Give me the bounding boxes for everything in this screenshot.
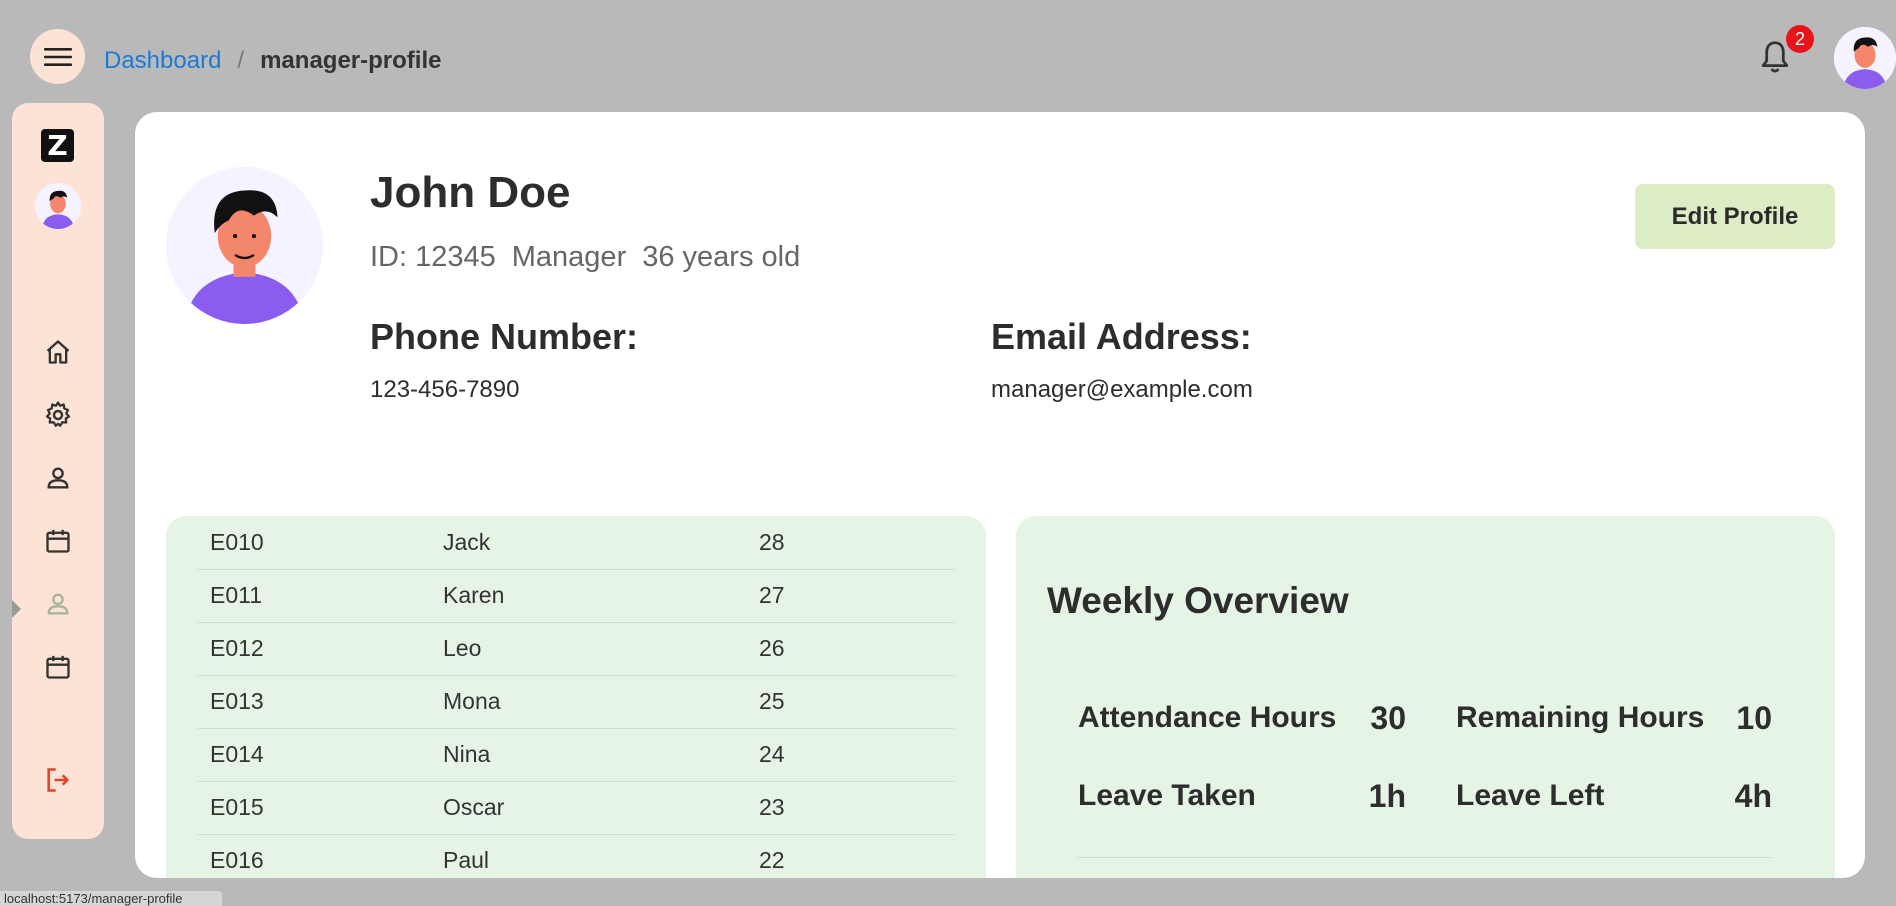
menu-button[interactable] <box>30 29 85 84</box>
avatar-illustration <box>166 167 323 324</box>
calendar-icon <box>46 655 70 679</box>
table-row[interactable]: E014 Nina 24 <box>198 728 954 782</box>
app-logo[interactable]: Z <box>41 129 74 162</box>
sidebar: Z <box>12 103 104 839</box>
email-label: Email Address: <box>991 316 1252 357</box>
notification-badge: 2 <box>1786 25 1814 53</box>
sidebar-item-home[interactable] <box>41 335 75 369</box>
employee-name-cell: Mona <box>431 675 747 729</box>
employee-name-cell: Nina <box>431 728 747 782</box>
profile-id: ID: 12345 <box>370 241 496 273</box>
employee-id-cell: E015 <box>198 781 431 835</box>
leave-left-value: 4h <box>1734 778 1772 814</box>
table-row[interactable]: E015 Oscar 23 <box>198 781 954 835</box>
employee-id-cell: E010 <box>198 516 431 570</box>
logout-icon <box>47 768 69 792</box>
employee-age-cell: 27 <box>747 569 954 623</box>
leave-left-label: Leave Left <box>1456 779 1605 812</box>
sidebar-avatar[interactable] <box>35 183 81 229</box>
avatar-illustration <box>35 183 81 229</box>
table-row[interactable]: E013 Mona 25 <box>198 675 954 729</box>
employee-age-cell: 24 <box>747 728 954 782</box>
email-value: manager@example.com <box>991 376 1253 403</box>
gear-icon <box>45 401 71 427</box>
employee-table-panel[interactable]: E010 Jack 28 E011 Karen 27 E012 Leo 26 E013 Mona 25… <box>166 516 986 878</box>
employee-name-cell: Leo <box>431 622 747 676</box>
employee-id-cell: E011 <box>198 569 431 623</box>
phone-value: 123-456-7890 <box>370 376 520 403</box>
user-avatar[interactable] <box>1834 27 1896 89</box>
sidebar-item-schedule[interactable] <box>41 650 75 684</box>
leave-taken-value: 1h <box>1368 778 1406 814</box>
sidebar-item-settings[interactable] <box>41 398 75 432</box>
employee-id-cell: E016 <box>198 834 431 878</box>
employee-name-cell: Paul <box>431 834 747 878</box>
overview-title: Weekly Overview <box>1047 580 1349 621</box>
home-icon <box>46 340 70 364</box>
table-row[interactable]: E010 Jack 28 <box>198 516 954 570</box>
profile-card: John Doe ID: 12345 Manager 36 years old … <box>135 112 1865 878</box>
active-indicator <box>12 600 21 618</box>
employee-age-cell: 23 <box>747 781 954 835</box>
sidebar-item-manager-profile[interactable] <box>41 587 75 621</box>
breadcrumb-separator: / <box>237 47 245 74</box>
sidebar-item-logout[interactable] <box>41 763 75 797</box>
sidebar-item-calendar[interactable] <box>41 524 75 558</box>
remaining-hours-label: Remaining Hours <box>1456 701 1705 734</box>
profile-age: 36 years old <box>642 241 801 273</box>
table-row[interactable]: E016 Paul 22 <box>198 834 954 878</box>
breadcrumb-dashboard-link[interactable]: Dashboard <box>104 47 221 75</box>
sidebar-item-profile[interactable] <box>41 461 75 495</box>
edit-profile-button[interactable]: Edit Profile <box>1635 184 1835 249</box>
attendance-hours-value: 30 <box>1370 700 1406 736</box>
hamburger-icon <box>43 47 72 66</box>
profile-avatar <box>166 167 323 324</box>
table-row[interactable]: E011 Karen 27 <box>198 569 954 623</box>
attendance-hours-label: Attendance Hours <box>1078 701 1337 734</box>
weekly-overview-panel: Weekly Overview Attendance Hours 30 Rema… <box>1016 516 1835 878</box>
calendar-icon <box>46 529 70 553</box>
employee-name-cell: Oscar <box>431 781 747 835</box>
person-icon <box>47 467 69 489</box>
status-bar-url: localhost:5173/manager-profile <box>0 891 222 906</box>
profile-name: John Doe <box>370 168 571 217</box>
employee-id-cell: E012 <box>198 622 431 676</box>
overview-divider <box>1078 857 1772 858</box>
person-icon <box>47 593 69 615</box>
employee-id-cell: E013 <box>198 675 431 729</box>
profile-role: Manager <box>511 241 627 273</box>
employee-age-cell: 22 <box>747 834 954 878</box>
employee-age-cell: 26 <box>747 622 954 676</box>
employee-age-cell: 25 <box>747 675 954 729</box>
breadcrumb-current: manager-profile <box>260 47 442 74</box>
employee-id-cell: E014 <box>198 728 431 782</box>
employee-name-cell: Jack <box>431 516 747 570</box>
avatar-illustration <box>1834 27 1896 89</box>
table-row[interactable]: E012 Leo 26 <box>198 622 954 676</box>
breadcrumb: Dashboard / manager-profile <box>104 47 441 75</box>
employee-name-cell: Karen <box>431 569 747 623</box>
employee-table: E010 Jack 28 E011 Karen 27 E012 Leo 26 E013 Mona 25… <box>198 516 954 878</box>
profile-meta: ID: 12345 Manager 36 years old <box>370 241 800 274</box>
leave-taken-label: Leave Taken <box>1078 779 1256 812</box>
phone-label: Phone Number: <box>370 316 639 357</box>
remaining-hours-value: 10 <box>1736 700 1772 736</box>
employee-age-cell: 28 <box>747 516 954 570</box>
